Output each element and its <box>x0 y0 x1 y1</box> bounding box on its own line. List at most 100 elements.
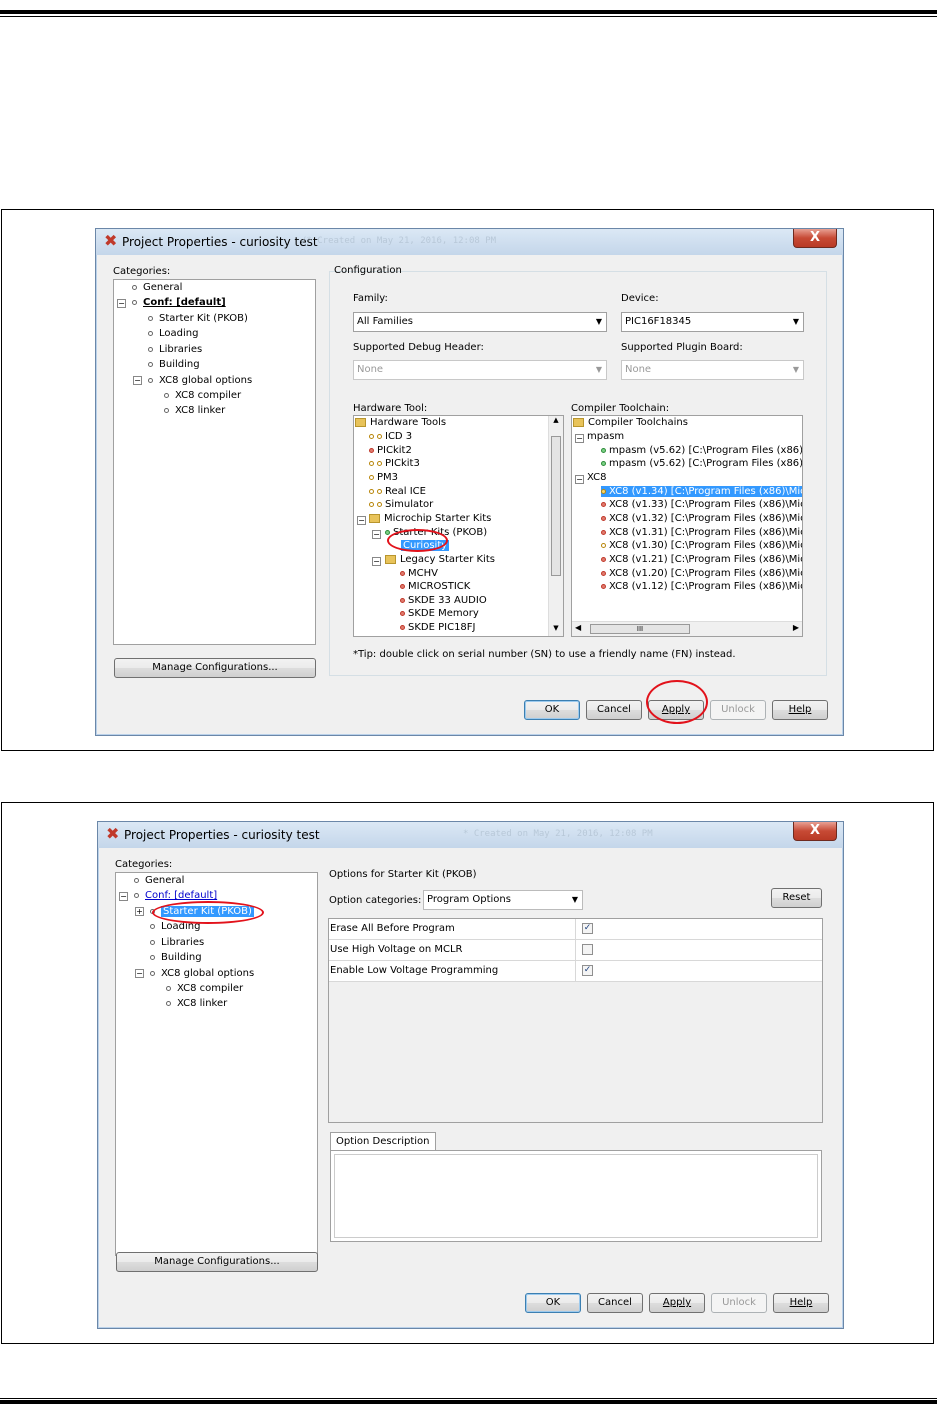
family-select[interactable]: All Families ▼ <box>353 312 607 332</box>
ct-item-mpasm[interactable]: mpasm <box>587 431 624 442</box>
tree-item-conf-default[interactable]: Conf: [default] <box>134 890 217 901</box>
option-row[interactable]: Use High Voltage on MCLR <box>329 940 822 961</box>
option-description-tab[interactable]: Option Description <box>330 1132 436 1150</box>
hw-item-hardware-tools[interactable]: Hardware Tools <box>355 417 446 428</box>
hw-item-microstick[interactable]: MICROSTICK <box>400 581 470 592</box>
tree-item-building[interactable]: Building <box>148 359 200 370</box>
collapse-icon[interactable]: − <box>119 892 128 901</box>
tree-item-xc8-global[interactable]: XC8 global options <box>150 968 254 979</box>
ct-item-compiler-toolchains[interactable]: Compiler Toolchains <box>573 417 688 428</box>
reset-button[interactable]: Reset <box>771 888 822 908</box>
expand-icon[interactable]: + <box>135 907 144 916</box>
erase-all-checkbox[interactable]: ✓ <box>582 923 593 934</box>
ct-item-xc8-121[interactable]: XC8 (v1.21) [C:\Program Files (x86)\Mic <box>601 554 802 565</box>
status-icon <box>601 501 606 507</box>
hardware-tool-tree[interactable]: Hardware Tools ICD 3 PICkit2 PICkit3 PM3… <box>353 415 564 637</box>
apply-button[interactable]: Apply <box>649 1293 705 1313</box>
low-voltage-checkbox[interactable]: ✓ <box>582 965 593 976</box>
starter-kit-highlight-circle <box>152 901 264 924</box>
hw-item-skde-pic18fj[interactable]: SKDE PIC18FJ <box>400 622 476 633</box>
tree-item-xc8-compiler[interactable]: XC8 compiler <box>166 983 243 994</box>
manage-configurations-button[interactable]: Manage Configurations... <box>116 1252 318 1272</box>
scroll-left-icon[interactable]: ◀ <box>575 623 581 632</box>
background-editor-text: * Created on May 21, 2016, 12:08 PM <box>463 829 653 839</box>
ct-item-xc8-132[interactable]: XC8 (v1.32) [C:\Program Files (x86)\Mic <box>601 513 802 524</box>
help-button[interactable]: Help <box>772 700 828 720</box>
hw-item-microchip-starter-kits[interactable]: Microchip Starter Kits <box>369 513 491 524</box>
tree-item-building[interactable]: Building <box>150 952 202 963</box>
hw-item-icd3[interactable]: ICD 3 <box>369 431 412 442</box>
collapse-icon[interactable]: − <box>357 516 366 525</box>
tree-item-general[interactable]: General <box>134 875 184 886</box>
unlock-button[interactable]: Unlock <box>711 1293 767 1313</box>
ct-item-xc8[interactable]: XC8 <box>587 472 606 483</box>
hw-item-mchv[interactable]: MCHV <box>400 568 438 579</box>
compiler-toolchain-scrollbar[interactable]: ◀ III ▶ <box>572 621 802 636</box>
unlock-button[interactable]: Unlock <box>710 700 766 720</box>
tree-item-libraries[interactable]: Libraries <box>150 937 204 948</box>
close-button[interactable]: X <box>793 229 837 248</box>
collapse-icon[interactable]: − <box>372 557 381 566</box>
collapse-icon[interactable]: − <box>117 299 126 308</box>
close-button[interactable]: X <box>793 822 837 841</box>
tree-item-conf-default[interactable]: Conf: [default] <box>132 297 226 308</box>
cancel-button[interactable]: Cancel <box>586 700 642 720</box>
tree-item-loading[interactable]: Loading <box>148 328 198 339</box>
cancel-button[interactable]: Cancel <box>587 1293 643 1313</box>
ct-item-mpasm-1[interactable]: mpasm (v5.62) [C:\Program Files (x86)\ <box>601 445 802 456</box>
scroll-down-icon[interactable]: ▼ <box>549 624 563 636</box>
manage-configurations-button[interactable]: Manage Configurations... <box>114 658 316 678</box>
ct-item-xc8-134[interactable]: XC8 (v1.34) [C:\Program Files (x86)\Mic <box>601 486 802 497</box>
hw-item-pm3[interactable]: PM3 <box>369 472 398 483</box>
scroll-thumb[interactable]: III <box>590 624 690 634</box>
plugin-board-select[interactable]: None ▼ <box>621 360 804 380</box>
hw-item-pickit2[interactable]: PICkit2 <box>369 445 412 456</box>
high-voltage-checkbox[interactable] <box>582 944 593 955</box>
ct-item-xc8-131[interactable]: XC8 (v1.31) [C:\Program Files (x86)\Mic <box>601 527 802 538</box>
hw-item-skde-memory[interactable]: SKDE Memory <box>400 608 479 619</box>
status-icon <box>601 447 606 453</box>
collapse-icon[interactable]: − <box>372 530 381 539</box>
scroll-thumb[interactable] <box>551 436 561 576</box>
debug-header-select[interactable]: None ▼ <box>353 360 607 380</box>
tree-item-xc8-linker[interactable]: XC8 linker <box>166 998 227 1009</box>
categories-tree[interactable]: General − Conf: [default] Starter Kit (P… <box>113 279 316 645</box>
device-select[interactable]: PIC16F18345 ▼ <box>621 312 804 332</box>
scroll-up-icon[interactable]: ▲ <box>549 416 563 428</box>
hw-item-real-ice[interactable]: Real ICE <box>369 486 426 497</box>
collapse-icon[interactable]: − <box>575 434 584 443</box>
option-categories-select[interactable]: Program Options ▼ <box>423 890 583 910</box>
tree-item-general[interactable]: General <box>132 282 182 293</box>
status-icon <box>377 488 382 494</box>
hw-item-pickit3[interactable]: PICkit3 <box>369 458 420 469</box>
ct-item-xc8-133[interactable]: XC8 (v1.33) [C:\Program Files (x86)\Mic <box>601 499 802 510</box>
collapse-icon[interactable]: − <box>135 969 144 978</box>
folder-icon <box>369 513 380 523</box>
chevron-down-icon: ▼ <box>595 365 602 374</box>
hw-item-legacy-starter-kits[interactable]: Legacy Starter Kits <box>385 554 495 565</box>
tree-item-starter-kit[interactable]: Starter Kit (PKOB) <box>148 313 248 324</box>
option-row[interactable]: Erase All Before Program ✓ <box>329 919 822 940</box>
help-button[interactable]: Help <box>773 1293 829 1313</box>
option-row[interactable]: Enable Low Voltage Programming ✓ <box>329 961 822 982</box>
status-icon <box>377 433 382 439</box>
ct-item-xc8-112[interactable]: XC8 (v1.12) [C:\Program Files (x86)\Mic <box>601 581 802 592</box>
tree-item-libraries[interactable]: Libraries <box>148 344 202 355</box>
ct-item-xc8-120[interactable]: XC8 (v1.20) [C:\Program Files (x86)\Mic <box>601 568 802 579</box>
categories-tree[interactable]: General − Conf: [default] + Starter Kit … <box>115 872 318 1256</box>
hw-item-skde-33-audio[interactable]: SKDE 33 AUDIO <box>400 595 487 606</box>
hw-item-simulator[interactable]: Simulator <box>369 499 433 510</box>
ok-button[interactable]: OK <box>524 700 580 720</box>
tree-item-xc8-linker[interactable]: XC8 linker <box>164 405 225 416</box>
tree-item-xc8-global[interactable]: XC8 global options <box>148 375 252 386</box>
compiler-toolchain-tree[interactable]: Compiler Toolchains − mpasm mpasm (v5.62… <box>571 415 803 637</box>
collapse-icon[interactable]: − <box>575 475 584 484</box>
ct-item-xc8-130[interactable]: XC8 (v1.30) [C:\Program Files (x86)\Mic <box>601 540 802 551</box>
tree-item-xc8-compiler[interactable]: XC8 compiler <box>164 390 241 401</box>
status-icon <box>400 610 405 616</box>
hardware-tool-scrollbar[interactable]: ▲ ▼ <box>548 416 563 636</box>
ok-button[interactable]: OK <box>525 1293 581 1313</box>
scroll-right-icon[interactable]: ▶ <box>793 623 799 632</box>
collapse-icon[interactable]: − <box>133 376 142 385</box>
ct-item-mpasm-2[interactable]: mpasm (v5.62) [C:\Program Files (x86)\ <box>601 458 802 469</box>
